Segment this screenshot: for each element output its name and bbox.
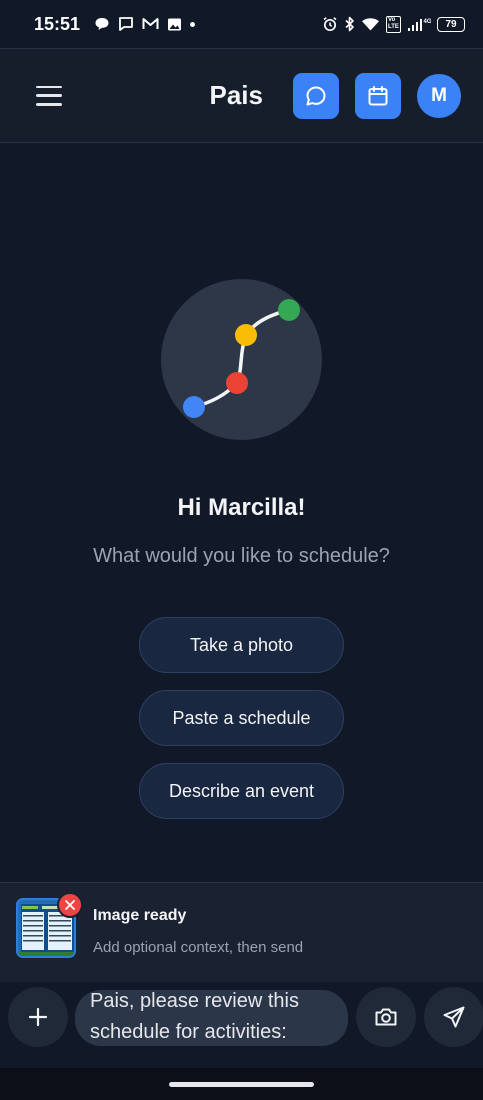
plus-icon <box>28 1007 48 1027</box>
alarm-icon <box>323 17 337 32</box>
app-logo-graphic <box>161 279 322 440</box>
signal-icon: 4G <box>408 18 432 31</box>
camera-icon <box>375 1008 397 1026</box>
paste-schedule-button[interactable]: Paste a schedule <box>139 690 344 746</box>
app-header: Pais M <box>0 49 483 142</box>
image-icon <box>168 18 182 30</box>
send-button[interactable] <box>424 987 483 1047</box>
gmail-icon <box>142 18 159 29</box>
notification-icons <box>94 16 196 32</box>
calendar-button[interactable] <box>355 72 401 119</box>
battery-indicator: 79 <box>437 16 465 32</box>
calendar-icon <box>368 85 388 105</box>
attachment-hint: Add optional context, then send <box>93 939 304 956</box>
message-icon <box>119 17 133 31</box>
logo-dot-green <box>278 299 300 321</box>
chat-icon <box>306 86 326 105</box>
close-icon <box>65 900 75 910</box>
send-icon <box>443 1006 465 1028</box>
add-button[interactable] <box>8 987 68 1047</box>
message-text: Pais, please review this schedule for ac… <box>90 990 333 1046</box>
message-line: schedule for activities: <box>90 1021 287 1043</box>
bluetooth-icon <box>345 16 354 32</box>
menu-icon-line <box>36 94 62 97</box>
page-title: Pais <box>209 80 264 110</box>
greeting-heading: Hi Marcilla! <box>177 494 306 521</box>
logo-dot-red <box>226 372 248 394</box>
greeting-subtitle: What would you like to schedule? <box>93 545 390 567</box>
menu-icon-line <box>36 85 62 89</box>
avatar[interactable]: M <box>417 73 461 118</box>
remove-attachment-button[interactable] <box>57 892 83 918</box>
network-type: 4G <box>424 19 432 25</box>
menu-button[interactable] <box>36 85 62 106</box>
describe-event-button[interactable]: Describe an event <box>139 763 344 819</box>
message-input[interactable]: Pais, please review this schedule for ac… <box>75 990 348 1046</box>
dot-icon <box>190 21 196 27</box>
system-icons: Vo LTE 4G 79 <box>322 15 465 33</box>
chat-bubble-icon <box>95 18 109 30</box>
message-line: Pais, please review this <box>90 990 299 1012</box>
attachment-bar: Image ready Add optional context, then s… <box>0 882 483 982</box>
message-composer: Pais, please review this schedule for ac… <box>0 982 483 1068</box>
header-divider <box>0 142 483 143</box>
attachment-title: Image ready <box>93 907 187 924</box>
gesture-bar <box>0 1068 483 1100</box>
take-photo-button[interactable]: Take a photo <box>139 617 344 673</box>
app-screen: 15:51 Vo LTE 4G 79 Pais M Hi Marcilla! W… <box>0 0 483 1100</box>
wifi-icon <box>362 17 379 30</box>
logo-dot-blue <box>183 396 205 418</box>
logo-dot-yellow <box>235 324 257 346</box>
camera-button[interactable] <box>356 987 416 1047</box>
status-bar: 15:51 Vo LTE 4G 79 <box>0 0 483 48</box>
chat-button[interactable] <box>293 72 339 119</box>
menu-icon-line <box>36 102 62 106</box>
volte-icon: Vo LTE <box>386 15 401 33</box>
app-logo <box>161 279 322 440</box>
home-indicator[interactable] <box>169 1082 314 1087</box>
status-time: 15:51 <box>34 13 81 34</box>
